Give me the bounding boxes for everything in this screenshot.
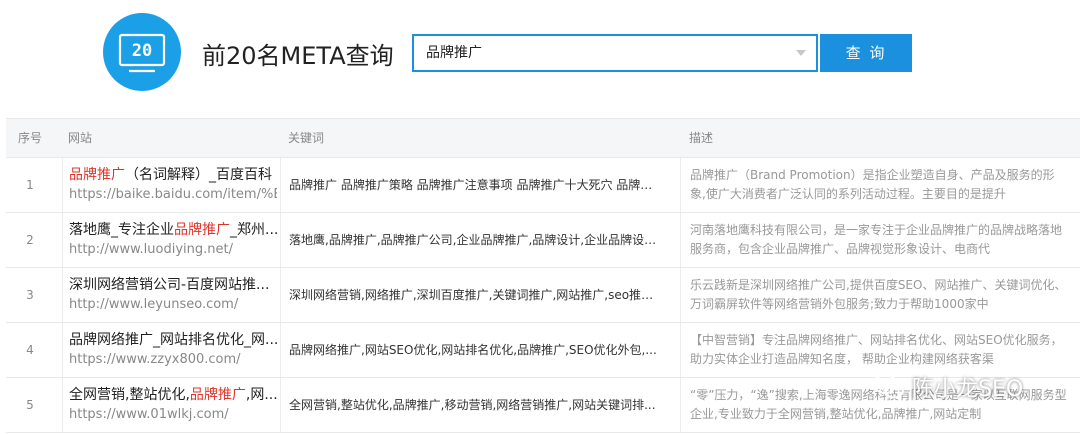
site-url[interactable]: http://www.leyunseo.com/ [69, 296, 277, 314]
site-url[interactable]: https://baike.baidu.com/item/%E... [69, 186, 277, 204]
highlighted-keyword: 品牌推广 [174, 222, 230, 238]
search-button[interactable]: 查 询 [820, 34, 912, 72]
keywords-cell: 品牌推广 品牌推广策略 品牌推广注意事项 品牌推广十大死穴 品牌推广的意义 [280, 158, 670, 212]
description-text: 乐云践新是深圳网络推广公司,提供百度SEO、网站推广、关键词优化、万词霸屏软件等… [690, 278, 1067, 311]
watermark: 陈小龙SEO [872, 369, 1023, 405]
keywords-text: 品牌网络推广,网站SEO优化,网站排名优化,品牌推广,SEO优化外包,... [289, 343, 657, 357]
site-title-text: _郑州... [230, 222, 277, 238]
description-text: 【中智营销】专注品牌网络推广、网站排名优化、网站SEO优化服务，助力实体企业打造… [690, 333, 1063, 366]
site-title-link[interactable]: 深圳网络营销公司-百度网站推... [69, 276, 277, 295]
logo: 20 [103, 13, 181, 91]
site-cell: 品牌网络推广_网站排名优化_网... https://www.zzyx800.co… [62, 323, 277, 377]
row-index: 2 [26, 233, 34, 247]
description-cell: 乐云践新是深圳网络推广公司,提供百度SEO、网站推广、关键词优化、万词霸屏软件等… [680, 268, 1075, 322]
site-title-text: 全网营销,整站优化, [69, 387, 190, 403]
site-url[interactable]: https://www.zzyx800.com/ [69, 351, 277, 369]
table-row[interactable]: 2 落地鹰_专注企业品牌推广_郑州... http://www.luodiying.… [6, 213, 1080, 268]
column-header-site: 网站 [68, 131, 93, 145]
watermark-text: 陈小龙SEO [912, 377, 1024, 402]
highlighted-keyword: 品牌推广 [189, 387, 246, 403]
column-header-description: 描述 [689, 131, 714, 145]
monitor-icon: 20 [118, 33, 166, 73]
keywords-text: 深圳网络营销,网络推广,深圳百度推广,关键词推广,网站推广,seo推广... [289, 288, 659, 302]
description-text: 品牌推广（Brand Promotion）是指企业塑造自身、产品及服务的形象,使… [690, 168, 1055, 201]
highlighted-keyword: 品牌推广 [69, 167, 125, 183]
keywords-cell: 落地鹰,品牌推广,品牌推广公司,企业品牌推广,品牌设计,企业品牌设计... [280, 213, 670, 267]
keywords-text: 全网营销,整站优化,品牌推广,移动营销,网络营销推广,网站关键词排... [289, 398, 656, 412]
chevron-down-icon[interactable] [796, 50, 806, 56]
table-row[interactable]: 3 深圳网络营销公司-百度网站推... http://www.leyunseo.co… [6, 268, 1080, 323]
row-index: 1 [26, 178, 34, 192]
site-cell: 深圳网络营销公司-百度网站推... http://www.leyunseo.com… [62, 268, 277, 322]
site-url[interactable]: http://www.luodiying.net/ [69, 241, 277, 259]
row-index: 4 [26, 343, 34, 357]
keywords-text: 品牌推广 品牌推广策略 品牌推广注意事项 品牌推广十大死穴 品牌推广的意义 [289, 178, 659, 192]
table-header: 序号 网站 关键词 描述 [6, 118, 1080, 158]
site-title-text: 落地鹰_专注企业 [69, 222, 174, 238]
site-title-text: 深圳网络营销公司-百度网站推... [69, 277, 270, 293]
site-cell: 落地鹰_专注企业品牌推广_郑州... http://www.luodiying.n… [62, 213, 277, 267]
column-header-index: 序号 [18, 131, 43, 145]
site-title-text: 品牌网络推广_网站排名优化_网... [69, 332, 277, 348]
keywords-cell: 全网营销,整站优化,品牌推广,移动营销,网络营销推广,网站关键词排... [280, 378, 670, 432]
site-url[interactable]: https://www.01wlkj.com/ [69, 406, 277, 424]
keywords-cell: 品牌网络推广,网站SEO优化,网站排名优化,品牌推广,SEO优化外包,... [280, 323, 670, 377]
row-index: 5 [26, 398, 34, 412]
table-row[interactable]: 1 品牌推广（名词解释）_百度百科 https://baike.baidu.com/… [6, 158, 1080, 213]
description-cell: 品牌推广（Brand Promotion）是指企业塑造自身、产品及服务的形象,使… [680, 158, 1075, 212]
site-title-link[interactable]: 全网营销,整站优化,品牌推广,网... [69, 386, 277, 405]
wechat-icon [873, 374, 904, 399]
site-cell: 品牌推广（名词解释）_百度百科 https://baike.baidu.com/i… [62, 158, 277, 212]
keywords-text: 落地鹰,品牌推广,品牌推广公司,企业品牌推广,品牌设计,企业品牌设计... [289, 233, 659, 247]
search-input[interactable] [426, 36, 786, 70]
description-text: 河南落地鹰科技有限公司，是一家专注于企业品牌推广的品牌战略落地服务商，包含企业品… [690, 223, 1063, 256]
search-box[interactable] [412, 34, 818, 72]
site-title-text: ,网... [245, 387, 277, 403]
site-title-link[interactable]: 落地鹰_专注企业品牌推广_郑州... [69, 221, 277, 240]
row-index: 3 [26, 288, 34, 302]
site-title-link[interactable]: 品牌推广（名词解释）_百度百科 [69, 166, 277, 185]
logo-text: 20 [132, 41, 152, 61]
site-title-link[interactable]: 品牌网络推广_网站排名优化_网... [69, 331, 277, 350]
site-cell: 全网营销,整站优化,品牌推广,网... https://www.01wlkj.co… [62, 378, 277, 432]
header: 20 前20名META查询 查 询 [0, 0, 1080, 110]
page-title: 前20名META查询 [202, 42, 394, 70]
keywords-cell: 深圳网络营销,网络推广,深圳百度推广,关键词推广,网站推广,seo推广... [280, 268, 670, 322]
description-cell: 河南落地鹰科技有限公司，是一家专注于企业品牌推广的品牌战略落地服务商，包含企业品… [680, 213, 1075, 267]
column-header-keywords: 关键词 [288, 131, 325, 145]
site-title-text: （名词解释）_百度百科 [125, 167, 272, 183]
